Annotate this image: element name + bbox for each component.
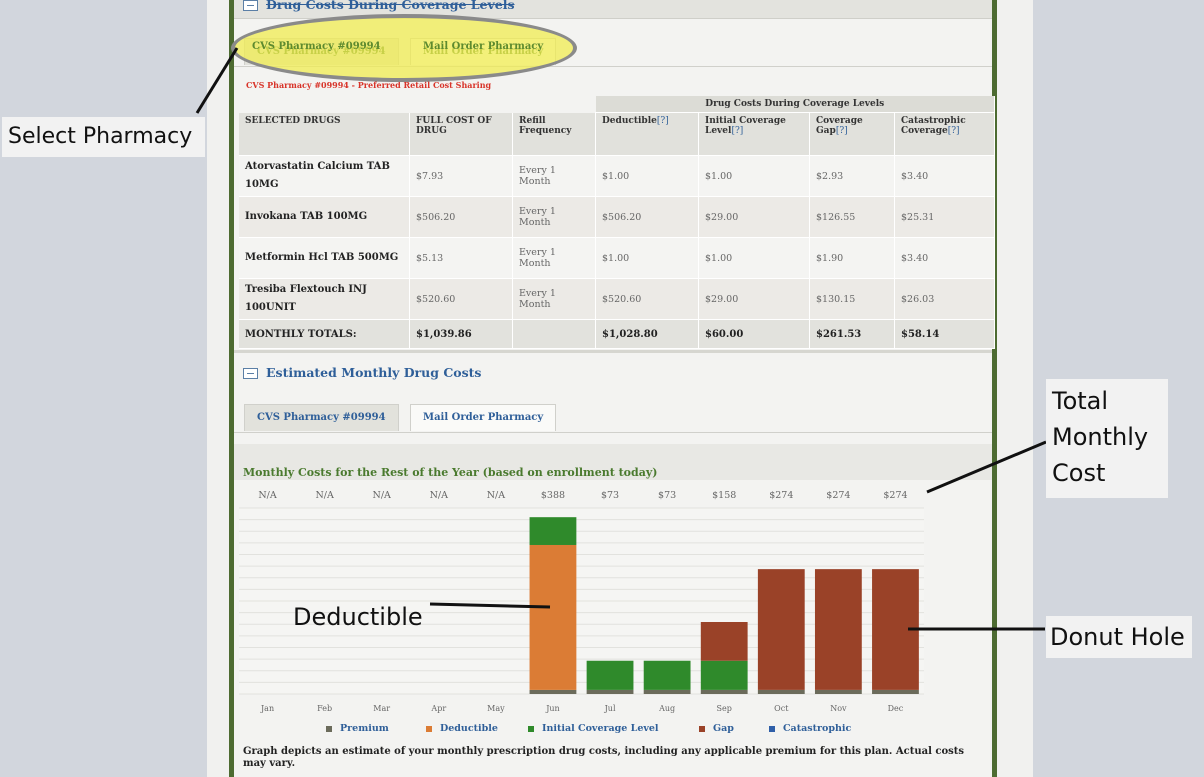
- deductible-pointer: [429, 602, 551, 609]
- total-cost-pointer: [926, 440, 1047, 494]
- callout-donut-hole: Donut Hole: [1046, 616, 1192, 658]
- callout-deductible: Deductible: [293, 603, 423, 631]
- callout-total-monthly-cost: Total Monthly Cost: [1046, 379, 1168, 498]
- callout-select-pharmacy: Select Pharmacy: [2, 117, 205, 157]
- select-pharmacy-pointer: [195, 47, 239, 114]
